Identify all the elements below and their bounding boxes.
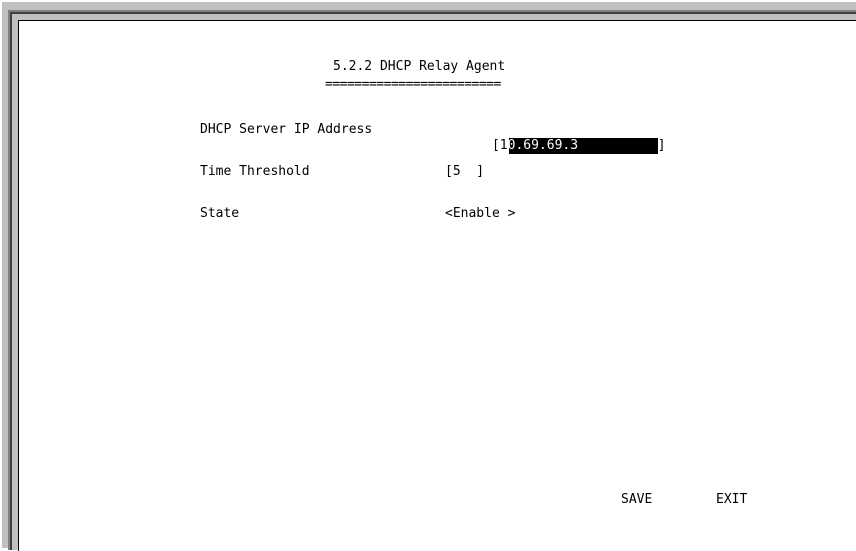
server-ip-open-bracket: [ xyxy=(491,138,500,153)
state-label: State xyxy=(200,206,240,221)
time-threshold-input[interactable]: [5 ] xyxy=(445,164,484,180)
page-title: 5.2.2 DHCP Relay Agent xyxy=(333,59,506,74)
server-ip-close-bracket: ] xyxy=(657,138,666,153)
title-underline: ======================== xyxy=(325,77,501,92)
server-ip-value: 10.69.69.3 xyxy=(499,138,579,153)
server-ip-field[interactable]: [10.69.69.3] xyxy=(445,122,666,154)
save-button[interactable]: SAVE xyxy=(621,492,652,508)
terminal-screen: 5.2.2 DHCP Relay Agent =================… xyxy=(18,20,856,551)
window-frame: 5.2.2 DHCP Relay Agent =================… xyxy=(0,0,856,551)
time-threshold-label: Time Threshold xyxy=(200,164,310,179)
exit-button[interactable]: EXIT xyxy=(716,492,747,508)
server-ip-input[interactable]: 10.69.69.3 xyxy=(499,138,658,154)
server-ip-label: DHCP Server IP Address xyxy=(200,122,373,137)
state-toggle[interactable]: <Enable > xyxy=(445,206,515,222)
